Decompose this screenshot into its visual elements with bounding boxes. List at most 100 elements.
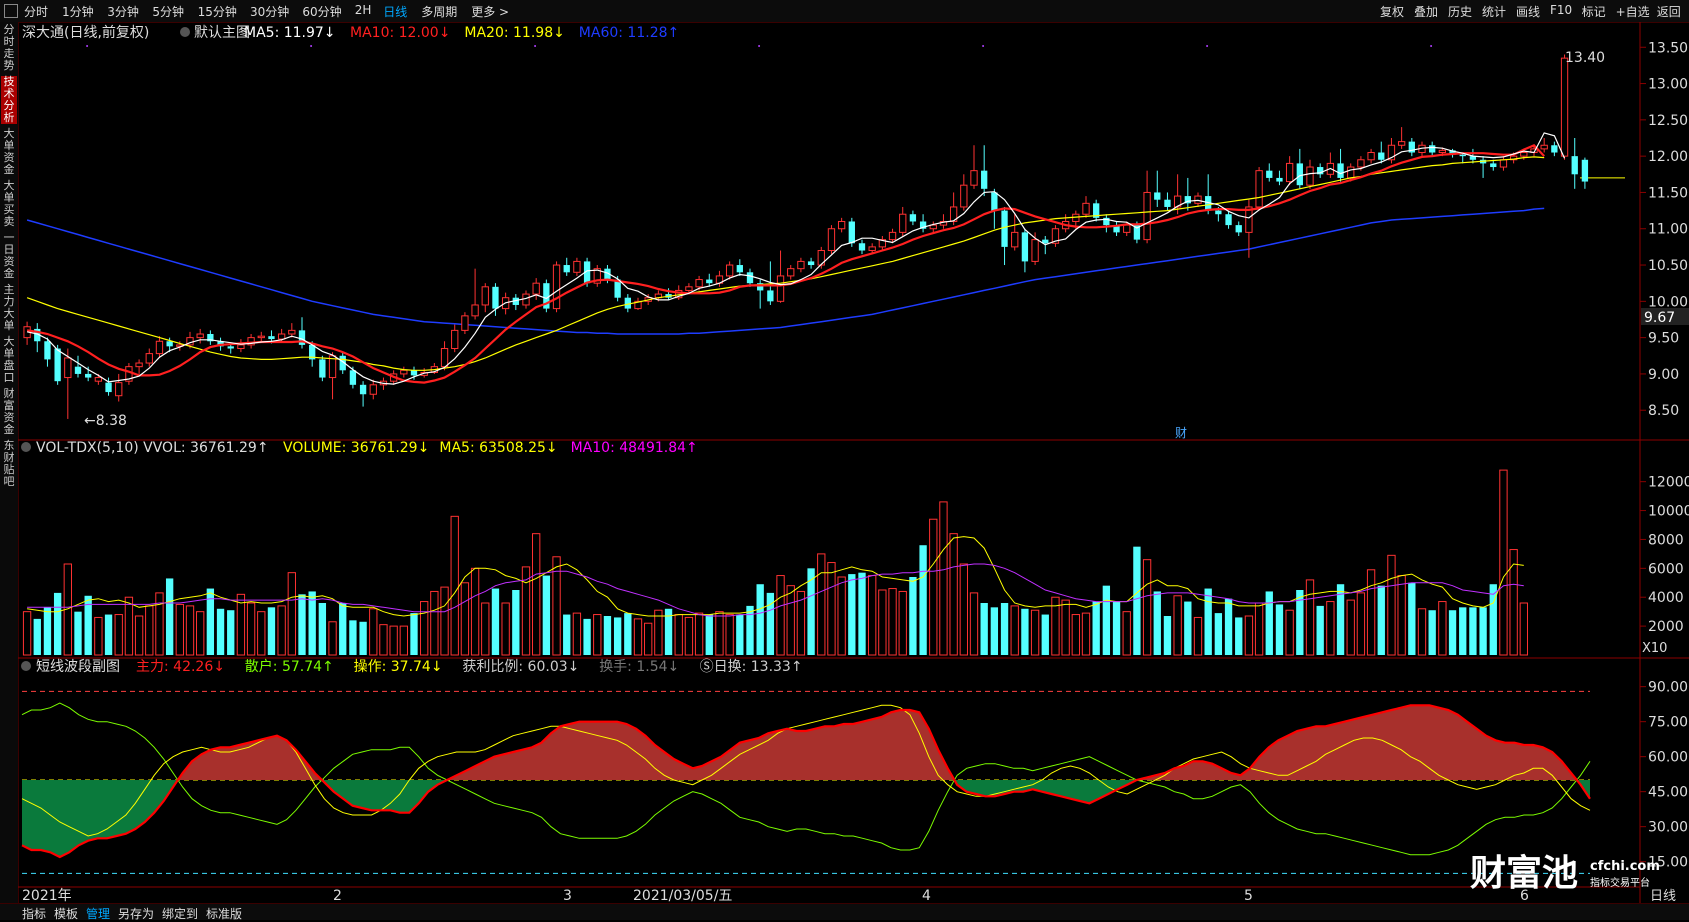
candle-body bbox=[1397, 141, 1406, 146]
volume-bar bbox=[145, 605, 154, 656]
bottom-tab[interactable]: 模板 bbox=[54, 905, 78, 922]
bottom-tab[interactable]: 管理 bbox=[86, 905, 110, 922]
volume-bar bbox=[1377, 585, 1385, 655]
candle-body bbox=[1551, 145, 1558, 153]
volume-bar bbox=[633, 618, 643, 656]
settings-icon[interactable] bbox=[21, 442, 31, 452]
candle-body bbox=[135, 362, 143, 368]
candle-body bbox=[1296, 163, 1303, 186]
bottom-tab[interactable]: 指标 bbox=[22, 905, 46, 922]
volume-bar bbox=[1112, 601, 1121, 655]
legend-item: 散户: 57.74↑ bbox=[245, 658, 334, 675]
candle-body bbox=[471, 304, 479, 317]
candle-body bbox=[166, 341, 173, 347]
candle-body bbox=[848, 221, 855, 244]
bottom-toolbar: 指标 模板 管理 另存为 绑定到 标准版 bbox=[0, 903, 1689, 922]
volume-bar bbox=[1509, 549, 1518, 656]
candle-body bbox=[532, 282, 540, 295]
volume-bar bbox=[53, 592, 62, 655]
settings-icon[interactable] bbox=[21, 661, 31, 671]
volume-bar bbox=[267, 607, 276, 655]
volume-bar bbox=[909, 577, 917, 655]
candle-body bbox=[787, 268, 795, 277]
candle-body bbox=[268, 336, 275, 340]
volume-bar bbox=[1244, 615, 1254, 656]
volume-bar bbox=[318, 603, 327, 655]
candle-body bbox=[827, 228, 836, 252]
x-axis-label: 2021年 bbox=[22, 888, 72, 903]
vol-legend-title: VOL-TDX(5,10) VVOL: 36761.29↑ bbox=[36, 440, 269, 456]
candle-body bbox=[1306, 166, 1314, 186]
volume-bar bbox=[736, 614, 744, 655]
volume-bar bbox=[684, 616, 694, 656]
volume-bar bbox=[1499, 469, 1508, 656]
candle-body bbox=[960, 184, 968, 208]
candle-body bbox=[237, 344, 245, 350]
legend-item: MA60: 11.28↑ bbox=[579, 25, 679, 41]
volume-bar bbox=[501, 602, 510, 656]
bottom-tab[interactable]: 另存为 bbox=[118, 905, 154, 922]
candle-body bbox=[1276, 177, 1283, 182]
candle-body bbox=[1581, 159, 1589, 182]
volume-bar bbox=[1193, 616, 1203, 656]
volume-bar bbox=[1061, 599, 1070, 656]
volume-bar bbox=[980, 603, 988, 655]
marker-dot bbox=[86, 45, 89, 47]
bottom-tab[interactable]: 绑定到 bbox=[162, 905, 198, 922]
volume-bar bbox=[1519, 602, 1528, 656]
kline-chart[interactable]: 13.50 13.00 12.50 12.00 11.50 11.00 10.50 10.00… bbox=[0, 0, 1689, 903]
candle-body bbox=[1459, 154, 1466, 157]
ma60-line bbox=[26, 207, 1545, 335]
volume-bar bbox=[1000, 603, 1009, 655]
candle-body bbox=[1571, 156, 1578, 175]
candle-body bbox=[746, 272, 754, 284]
volume-bar bbox=[1010, 605, 1019, 656]
period-label: 日线 bbox=[1650, 889, 1676, 903]
candle-body bbox=[858, 243, 866, 251]
finance-marker[interactable]: 财 bbox=[1175, 426, 1187, 440]
sub-axis-label: 60.00 bbox=[1648, 750, 1688, 766]
marker-dot bbox=[982, 45, 985, 47]
volume-bar bbox=[369, 608, 378, 656]
volume-bar bbox=[227, 610, 235, 655]
legend-item: 换手: 1.54↓ bbox=[599, 658, 679, 675]
main-legend-template[interactable]: 默认主图 bbox=[194, 25, 250, 41]
candle-body bbox=[145, 353, 153, 364]
legend-item: 获利比例: 60.03↓ bbox=[462, 659, 579, 675]
candle-body bbox=[400, 369, 408, 375]
settings-icon[interactable] bbox=[180, 27, 190, 37]
watermark-brand: 财富池 bbox=[1470, 852, 1578, 894]
volume-bar bbox=[969, 592, 979, 656]
volume-bar bbox=[175, 603, 184, 656]
legend-item: Ⓢ日换: 13.33↑ bbox=[700, 658, 803, 675]
watermark-site: cfchi.com bbox=[1590, 859, 1660, 874]
ma10-line bbox=[26, 143, 1545, 384]
volume-bar bbox=[613, 617, 622, 655]
volume-bar bbox=[1254, 602, 1264, 656]
volume-bar bbox=[450, 515, 459, 656]
volume-bar bbox=[1408, 582, 1416, 655]
volume-bar bbox=[74, 611, 82, 655]
candle-body bbox=[981, 170, 988, 189]
candle-body bbox=[1154, 192, 1161, 200]
candle-body bbox=[1520, 152, 1528, 157]
volume-bar bbox=[837, 576, 846, 656]
volume-bar bbox=[155, 592, 164, 656]
candle-body bbox=[991, 192, 998, 211]
volume-bar bbox=[196, 611, 205, 656]
volume-bar bbox=[257, 611, 266, 656]
marker-dot bbox=[310, 45, 313, 47]
volume-bar bbox=[1316, 605, 1324, 655]
volume-bar bbox=[572, 612, 582, 656]
candle-body bbox=[257, 335, 265, 339]
candle-body bbox=[1429, 145, 1436, 153]
volume-bar bbox=[22, 611, 32, 656]
volume-bar bbox=[1459, 607, 1467, 655]
volume-bar bbox=[1387, 554, 1396, 656]
bottom-tab[interactable]: 标准版 bbox=[206, 905, 242, 922]
volume-bar bbox=[420, 601, 429, 656]
low-price-label: ←8.38 bbox=[84, 413, 127, 429]
price-axis-label: 10.00 bbox=[1648, 294, 1688, 310]
volume-bar bbox=[1326, 601, 1335, 656]
candle-body bbox=[1194, 195, 1202, 204]
